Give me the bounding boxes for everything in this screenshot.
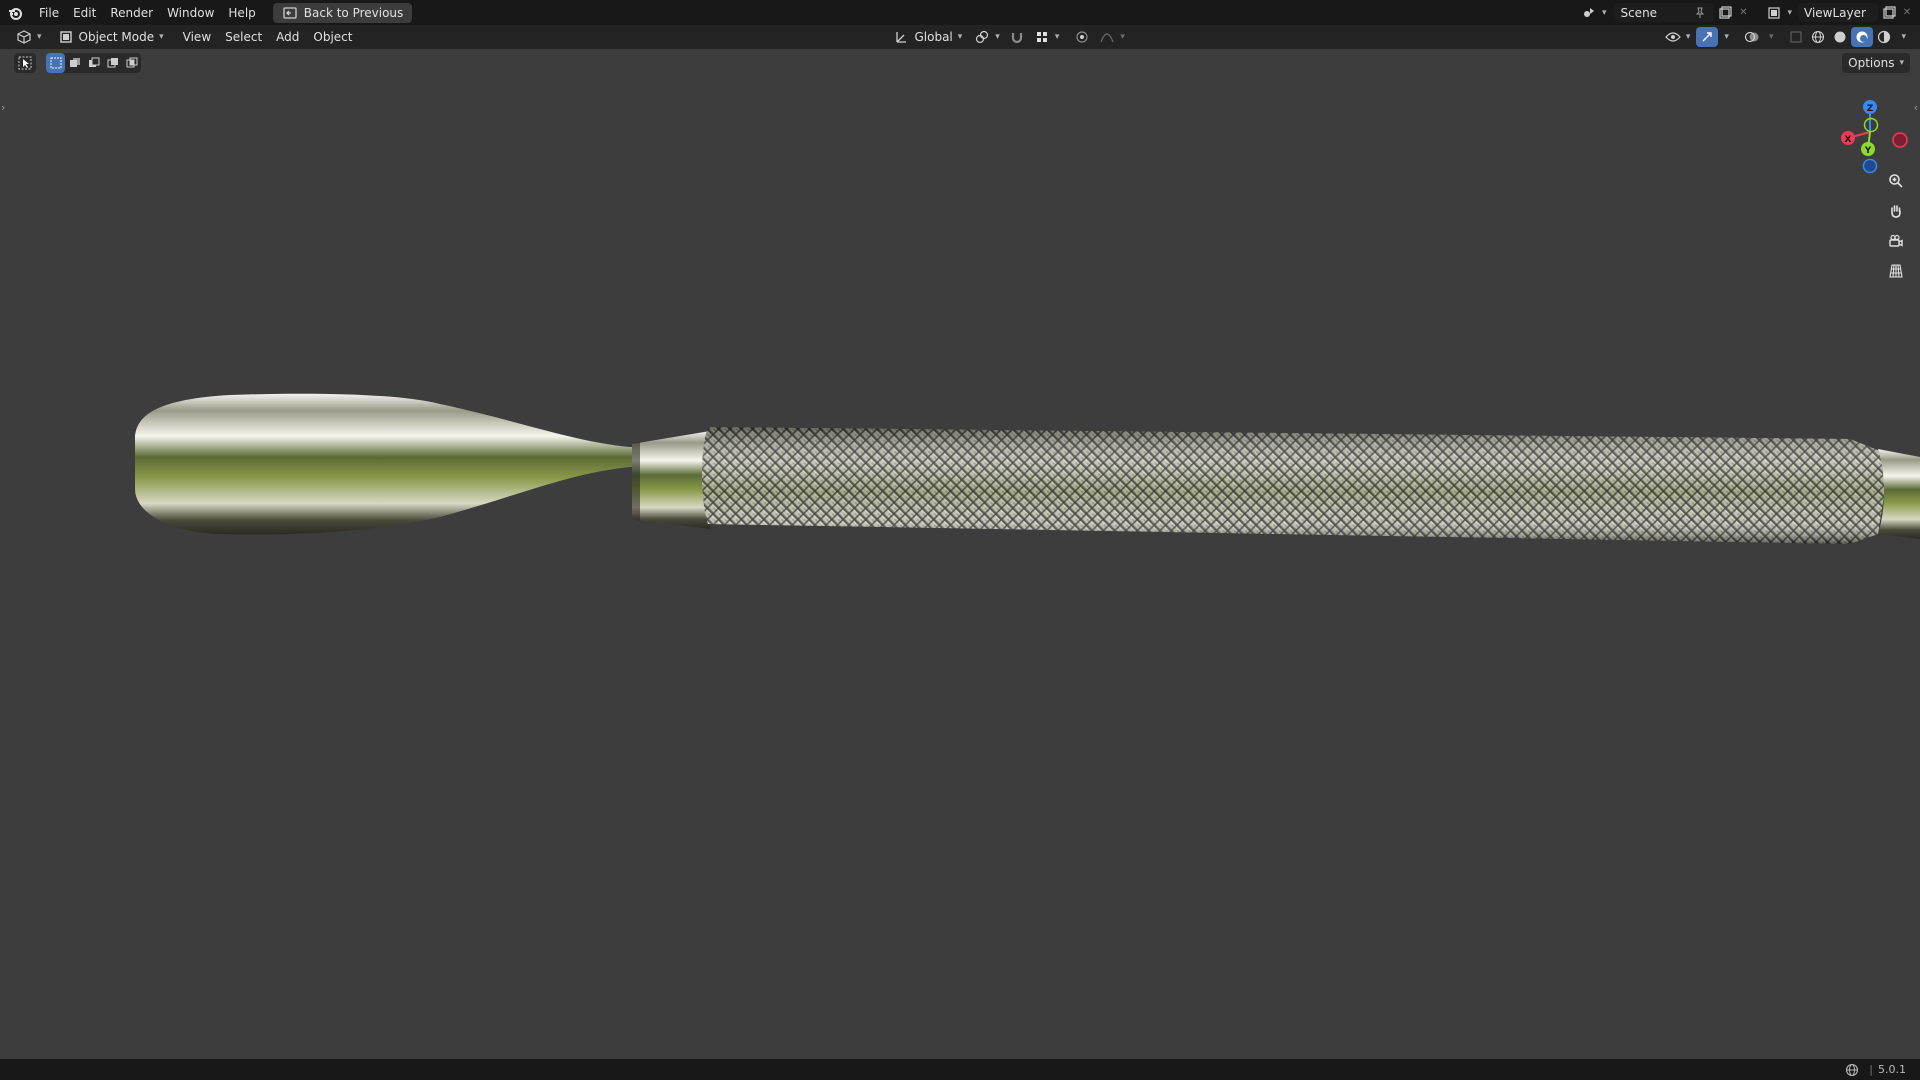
knurled-handle-shading bbox=[702, 427, 1885, 544]
pivot-point-dropdown[interactable]: ▾ bbox=[968, 27, 1006, 47]
proportional-editing-toggle[interactable] bbox=[1071, 27, 1093, 47]
viewport-menus: View Select Add Object bbox=[176, 26, 360, 48]
menu-help[interactable]: Help bbox=[221, 2, 262, 24]
chevron-down-icon: ▾ bbox=[1120, 32, 1125, 42]
transform-orientation-dropdown[interactable]: Global ▾ bbox=[887, 27, 968, 47]
scene-name: Scene bbox=[1620, 5, 1658, 20]
overlays-options-dropdown[interactable]: ▾ bbox=[1763, 27, 1780, 47]
top-bar: File Edit Render Window Help Back to Pre… bbox=[0, 0, 1920, 25]
shading-rendered-button[interactable] bbox=[1873, 27, 1895, 47]
network-globe-icon[interactable] bbox=[1844, 1062, 1860, 1078]
new-view-layer-button[interactable] bbox=[1878, 3, 1900, 23]
chevron-down-icon: ▾ bbox=[1901, 32, 1906, 42]
proportional-editing-icon bbox=[1074, 29, 1090, 45]
chevron-down-icon: ▾ bbox=[995, 32, 1000, 42]
3d-viewport-icon bbox=[16, 29, 32, 45]
chevron-down-icon: ▾ bbox=[37, 32, 42, 42]
main-menu: File Edit Render Window Help bbox=[32, 2, 263, 24]
scene-name-field[interactable]: Scene bbox=[1614, 3, 1715, 22]
object-mode-dropdown[interactable]: Object Mode ▾ bbox=[52, 27, 170, 47]
status-bar: | 5.0.1 bbox=[0, 1059, 1920, 1080]
handle-end-cap bbox=[1878, 449, 1920, 539]
menu-edit[interactable]: Edit bbox=[66, 2, 103, 24]
back-window-icon bbox=[282, 5, 298, 21]
gizmo-options-dropdown[interactable]: ▾ bbox=[1718, 27, 1735, 47]
scene-selector-dropdown[interactable]: ▾ bbox=[1575, 3, 1613, 23]
menu-file[interactable]: File bbox=[32, 2, 66, 24]
delete-scene-button[interactable]: ✕ bbox=[1736, 3, 1750, 23]
view-layer-selector-dropdown[interactable]: ▾ bbox=[1760, 3, 1798, 23]
pusher-head bbox=[135, 393, 640, 535]
transform-orientation-label: Global bbox=[914, 30, 953, 44]
menu-view[interactable]: View bbox=[176, 26, 218, 48]
close-icon: ✕ bbox=[1902, 7, 1912, 18]
close-icon: ✕ bbox=[1739, 7, 1748, 18]
view-layer-icon bbox=[1766, 5, 1782, 21]
view-layer-name: ViewLayer bbox=[1804, 5, 1866, 20]
menu-object[interactable]: Object bbox=[306, 26, 359, 48]
overlays-icon bbox=[1744, 29, 1760, 45]
menu-select[interactable]: Select bbox=[218, 26, 269, 48]
duplicate-icon bbox=[1717, 5, 1733, 21]
chevron-down-icon: ▾ bbox=[957, 32, 963, 42]
toggle-xray-button[interactable] bbox=[1785, 27, 1807, 47]
scene-icon bbox=[1581, 5, 1597, 21]
duplicate-icon bbox=[1881, 5, 1897, 21]
object-mode-label: Object Mode bbox=[78, 30, 155, 44]
3d-viewport[interactable]: Options ▾ › ‹ Z X Y bbox=[0, 49, 1920, 1059]
solid-sphere-icon bbox=[1832, 29, 1848, 45]
snap-target-dropdown[interactable]: ▾ bbox=[1028, 27, 1066, 47]
gizmo-icon bbox=[1699, 29, 1715, 45]
shading-solid-button[interactable] bbox=[1829, 27, 1851, 47]
back-to-previous-label: Back to Previous bbox=[303, 5, 404, 20]
menu-window[interactable]: Window bbox=[160, 2, 221, 24]
magnet-icon bbox=[1009, 29, 1025, 45]
collar-ring bbox=[632, 442, 640, 521]
show-overlays-toggle[interactable] bbox=[1741, 27, 1763, 47]
chevron-down-icon: ▾ bbox=[1768, 32, 1774, 42]
chevron-down-icon: ▾ bbox=[1054, 32, 1060, 42]
shading-options-dropdown[interactable]: ▾ bbox=[1895, 27, 1912, 47]
pin-icon[interactable] bbox=[1692, 5, 1708, 21]
falloff-curve-icon bbox=[1099, 29, 1115, 45]
handle-collar bbox=[632, 431, 710, 529]
chevron-down-icon: ▾ bbox=[1685, 32, 1691, 42]
object-visibility-dropdown[interactable]: ▾ bbox=[1659, 27, 1697, 47]
view-layer-name-field[interactable]: ViewLayer bbox=[1798, 3, 1878, 22]
menu-render[interactable]: Render bbox=[103, 2, 160, 24]
wireframe-sphere-icon bbox=[1810, 29, 1826, 45]
show-gizmo-toggle[interactable] bbox=[1696, 27, 1719, 47]
xray-icon bbox=[1788, 29, 1804, 45]
eye-icon bbox=[1665, 29, 1681, 45]
chevron-down-icon: ▾ bbox=[159, 32, 164, 42]
blender-version: 5.0.1 bbox=[1878, 1063, 1906, 1076]
rendered-sphere-icon bbox=[1876, 29, 1892, 45]
object-mode-icon bbox=[58, 29, 74, 45]
viewport-header: ▾ Object Mode ▾ View Select Add Object G… bbox=[0, 25, 1920, 49]
material-sphere-icon bbox=[1854, 29, 1870, 45]
shading-material-preview-button[interactable] bbox=[1851, 27, 1874, 47]
editor-type-dropdown[interactable]: ▾ bbox=[10, 27, 48, 47]
pivot-point-icon bbox=[974, 29, 990, 45]
proportional-falloff-dropdown[interactable]: ▾ bbox=[1093, 27, 1131, 47]
new-scene-button[interactable] bbox=[1714, 3, 1736, 23]
chevron-down-icon: ▾ bbox=[1724, 32, 1729, 42]
delete-view-layer-button[interactable]: ✕ bbox=[1900, 3, 1914, 23]
blender-logo-icon[interactable] bbox=[6, 5, 24, 21]
chevron-down-icon: ▾ bbox=[1787, 7, 1792, 18]
orientation-axes-icon bbox=[893, 29, 909, 45]
status-separator: | bbox=[1869, 1063, 1873, 1076]
back-to-previous-button[interactable]: Back to Previous bbox=[272, 2, 413, 23]
chevron-down-icon: ▾ bbox=[1601, 7, 1607, 18]
snap-increment-icon bbox=[1034, 29, 1050, 45]
snap-toggle[interactable] bbox=[1006, 27, 1028, 47]
cuticle-pusher-model[interactable] bbox=[0, 49, 1920, 1059]
shading-wireframe-button[interactable] bbox=[1807, 27, 1829, 47]
menu-add[interactable]: Add bbox=[269, 26, 306, 48]
